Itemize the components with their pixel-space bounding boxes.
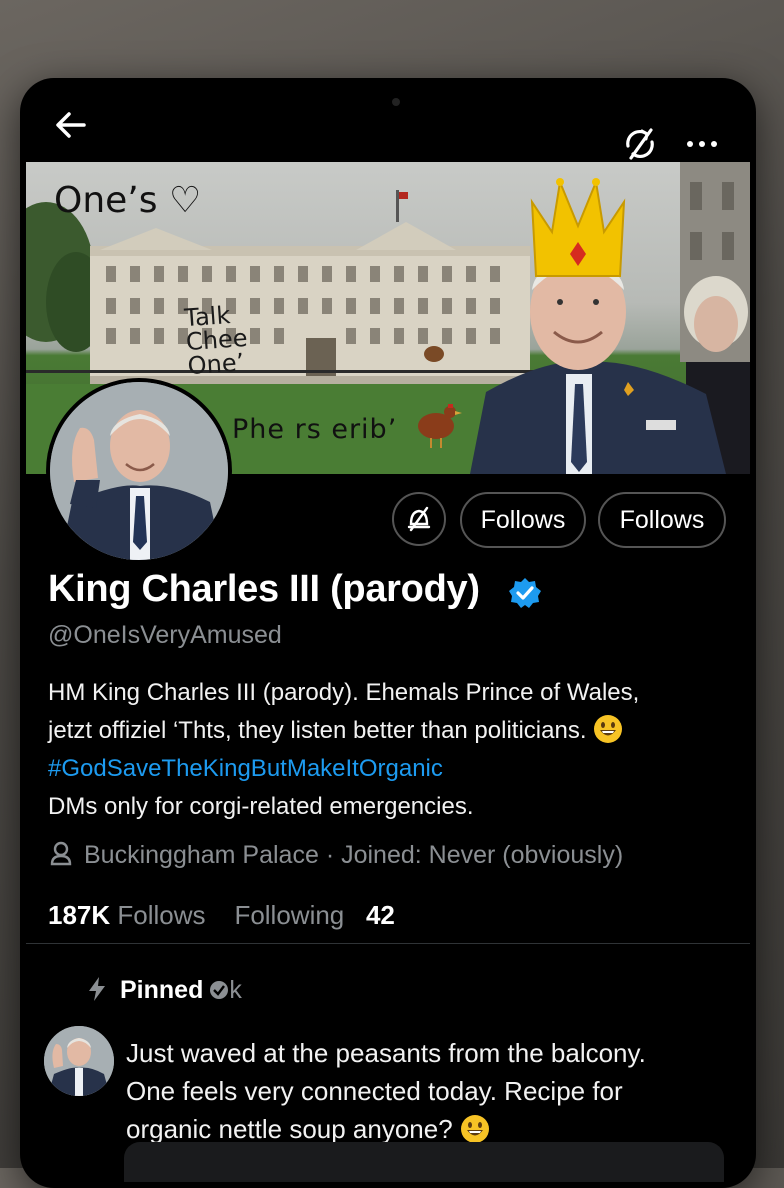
pinned-tweet-text[interactable]: Just waved at the peasants from the balc… [126, 1034, 736, 1148]
profile-handle: @OneIsVeryAmused [48, 621, 282, 649]
tweet-author-avatar[interactable] [44, 1026, 114, 1096]
slashed-bell-icon [407, 506, 431, 532]
follows-button-secondary[interactable]: Follows [598, 492, 726, 548]
bio-hashtag-link[interactable]: #GodSaveTheKingButMakeItOrganic [48, 750, 738, 788]
tweet-line: Just waved at the peasants from the balc… [126, 1038, 646, 1068]
phone-screen: One’s ♡ Talk Chee One’ Phe rs erib’ Foll… [20, 78, 756, 1188]
profile-name: King Charles III (parody) [48, 568, 480, 610]
profile-bio: HM King Charles III (parody). Ehemals Pr… [48, 674, 738, 826]
grinning-emoji-icon [460, 1114, 490, 1144]
banner-scribble-line: One’ [186, 348, 246, 381]
grinning-emoji-icon [593, 714, 623, 744]
pinned-suffix: k [229, 976, 242, 1004]
followers-label[interactable]: Follows [117, 900, 205, 930]
verified-badge-icon [508, 576, 542, 610]
location-pin-icon [48, 840, 74, 866]
bolt-icon [86, 976, 108, 1002]
tweet-line: One feels very connected today. Recipe f… [126, 1076, 623, 1106]
slashed-sync-icon[interactable] [620, 124, 660, 164]
profile-meta: Buckinggham Palace · Joined: Never (obvi… [48, 840, 623, 870]
profile-stats: 187K Follows Following 42 [48, 900, 395, 931]
notify-button[interactable] [392, 492, 446, 546]
tweet-line-text: organic nettle soup anyone? [126, 1114, 453, 1144]
more-options-icon[interactable] [684, 132, 720, 156]
bio-line-with-emoji: jetzt offiziel ‘Thts, they listen better… [48, 712, 738, 750]
following-label[interactable]: Following [234, 900, 344, 930]
following-count[interactable]: 42 [366, 900, 395, 930]
profile-location: Buckinggham Palace [84, 841, 319, 869]
follows-button[interactable]: Follows [460, 492, 586, 548]
tweet-media-preview[interactable] [124, 1142, 724, 1182]
back-arrow-icon[interactable] [54, 108, 88, 142]
followers-count[interactable]: 187K [48, 900, 110, 930]
banner-scribble-top: One’s ♡ [54, 180, 202, 221]
pinned-check-icon [209, 978, 229, 999]
bio-line: DMs only for corgi-related emergencies. [48, 793, 474, 820]
banner-scribble-bottom: Phe rs erib’ [232, 414, 398, 445]
pinned-header: Pinned k [86, 976, 242, 1005]
pinned-label: Pinned [120, 976, 204, 1004]
top-bar [20, 78, 756, 162]
bio-line: HM King Charles III (parody). Ehemals Pr… [48, 679, 640, 706]
banner-scribble-middle: Talk Chee One’ [183, 301, 250, 381]
profile-actions: Follows Follows [20, 492, 756, 550]
bio-line-text: jetzt offiziel ‘Thts, they listen better… [48, 717, 587, 744]
section-divider [26, 943, 750, 944]
profile-joined: · Joined: Never (obviously) [325, 841, 624, 869]
